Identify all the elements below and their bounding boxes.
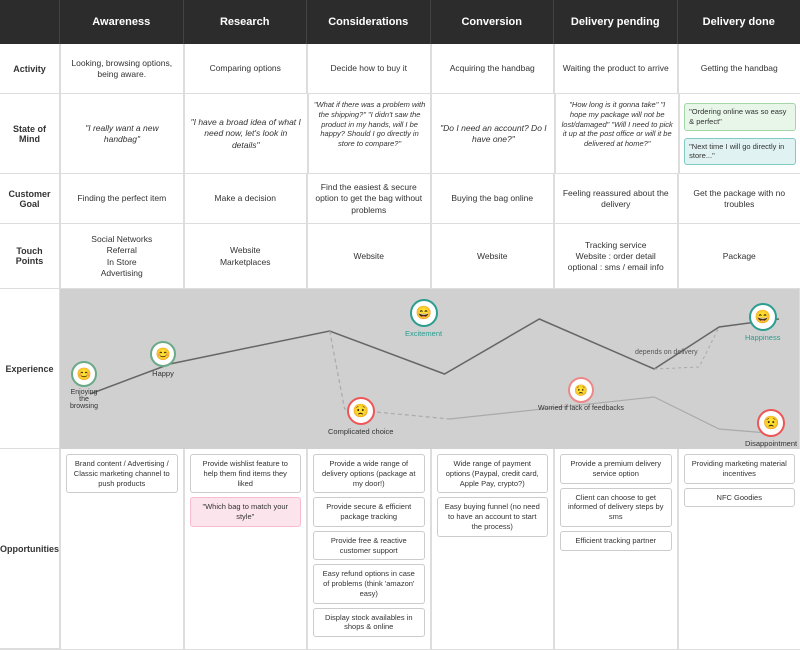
goal-cell-3: Buying the bag online (431, 174, 555, 224)
touch-cell-3: Website (431, 224, 555, 289)
opp-cell-5: Providing marketing material incentives … (678, 449, 800, 649)
col-header-conversion: Conversion (430, 0, 554, 44)
opp-cell-0: Brand content / Advertising / Classic ma… (60, 449, 184, 649)
mind-box-teal: "Next time I will go directly in store..… (684, 138, 796, 166)
mind-cell-3: "Do I need an account? Do I have one?" (431, 94, 555, 174)
activity-row: Activity Looking, browsing options, bein… (0, 44, 800, 94)
mind-cell-5: "Ordering online was so easy & perfect" … (679, 94, 800, 174)
emotion-disappointment: 😟 Disappointment (745, 409, 797, 448)
mind-cell-0: "I really want a new handbag" (60, 94, 184, 174)
opp-card: Client can choose to get informed of del… (560, 488, 672, 527)
touch-cell-2: Website (307, 224, 431, 289)
col-header-delivery-done: Delivery done (677, 0, 800, 44)
emotion-excitement: 😄 Excitement (405, 299, 442, 338)
emotion-worried: 😟 Worried if lack of feedbacks (538, 377, 624, 412)
opp-card: Easy buying funnel (no need to have an a… (437, 497, 549, 536)
opp-card: NFC Goodies (684, 488, 796, 508)
goal-cell-2: Find the easiest & secure option to get … (307, 174, 431, 224)
experience-canvas: 😊 Enjoying the browsing 😊 Happy 😄 Excite… (60, 289, 800, 449)
mind-box-green: "Ordering online was so easy & perfect" (684, 103, 796, 131)
opp-card: Display stock availables in shops & onli… (313, 608, 425, 638)
col-header-awareness: Awareness (60, 0, 183, 44)
corner-cell (0, 0, 60, 44)
touch-cell-4: Tracking service Website : order detail … (554, 224, 678, 289)
goal-label: Customer Goal (0, 174, 60, 224)
activity-cell-5: Getting the handbag (678, 44, 800, 94)
mind-cell-4: "How long is it gonna take" "I hope my p… (555, 94, 679, 174)
activity-cell-1: Comparing options (184, 44, 308, 94)
goal-cell-4: Feeling reassured about the delivery (554, 174, 678, 224)
goal-cell-1: Make a decision (184, 174, 308, 224)
opp-cell-3: Wide range of payment options (Paypal, c… (431, 449, 555, 649)
touch-cell-1: Website Marketplaces (184, 224, 308, 289)
opp-card: Provide a wide range of delivery options… (313, 454, 425, 493)
opp-card: Providing marketing material incentives (684, 454, 796, 484)
opp-card: Brand content / Advertising / Classic ma… (66, 454, 178, 493)
mind-label: State of Mind (0, 94, 60, 174)
emotion-complicated: 😟 Complicated choice (328, 397, 393, 436)
mind-row: State of Mind "I really want a new handb… (0, 94, 800, 174)
activity-cell-3: Acquiring the handbag (431, 44, 555, 94)
touch-label: Touch Points (0, 224, 60, 289)
goal-cell-0: Finding the perfect item (60, 174, 184, 224)
col-header-delivery-pending: Delivery pending (553, 0, 677, 44)
opp-card: Efficient tracking partner (560, 531, 672, 551)
opp-card: Provide a premium delivery service optio… (560, 454, 672, 484)
opp-card-style: "Which bag to match your style" (190, 497, 302, 527)
opp-cell-4: Provide a premium delivery service optio… (554, 449, 678, 649)
experience-row: Experience (0, 289, 800, 449)
touch-cell-0: Social Networks Referral In Store Advert… (60, 224, 184, 289)
page: Awareness Research Considerations Conver… (0, 0, 800, 650)
activity-label: Activity (0, 44, 60, 94)
opp-card: Wide range of payment options (Paypal, c… (437, 454, 549, 493)
opp-card: Provide free & reactive customer support (313, 531, 425, 561)
opp-card: Easy refund options in case of problems … (313, 564, 425, 603)
opp-card: Provide secure & efficient package track… (313, 497, 425, 527)
opportunities-row: Opportunities Brand content / Advertisin… (0, 449, 800, 650)
opp-card: Provide wishlist feature to help them fi… (190, 454, 302, 493)
touch-row: Touch Points Social Networks Referral In… (0, 224, 800, 289)
mind-cell-2: "What if there was a problem with the sh… (308, 94, 432, 174)
experience-label: Experience (0, 289, 60, 449)
opportunities-label: Opportunities (0, 449, 60, 649)
emotion-enjoying: 😊 Enjoying the browsing (70, 361, 98, 410)
col-header-research: Research (183, 0, 307, 44)
emotion-happy: 😊 Happy (150, 341, 176, 378)
depends-label: depends on delivery (635, 349, 698, 356)
activity-cell-2: Decide how to buy it (307, 44, 431, 94)
goal-row: Customer Goal Finding the perfect item M… (0, 174, 800, 224)
opp-cell-2: Provide a wide range of delivery options… (307, 449, 431, 649)
touch-cell-5: Package (678, 224, 800, 289)
goal-cell-5: Get the package with no troubles (678, 174, 800, 224)
activity-cell-4: Waiting the product to arrive (554, 44, 678, 94)
opp-cell-1: Provide wishlist feature to help them fi… (184, 449, 308, 649)
col-header-considerations: Considerations (306, 0, 430, 44)
mind-cell-1: "I have a broad idea of what I need now,… (184, 94, 308, 174)
activity-cell-0: Looking, browsing options, being aware. (60, 44, 184, 94)
emotion-happiness: 😄 Happiness (745, 303, 780, 342)
